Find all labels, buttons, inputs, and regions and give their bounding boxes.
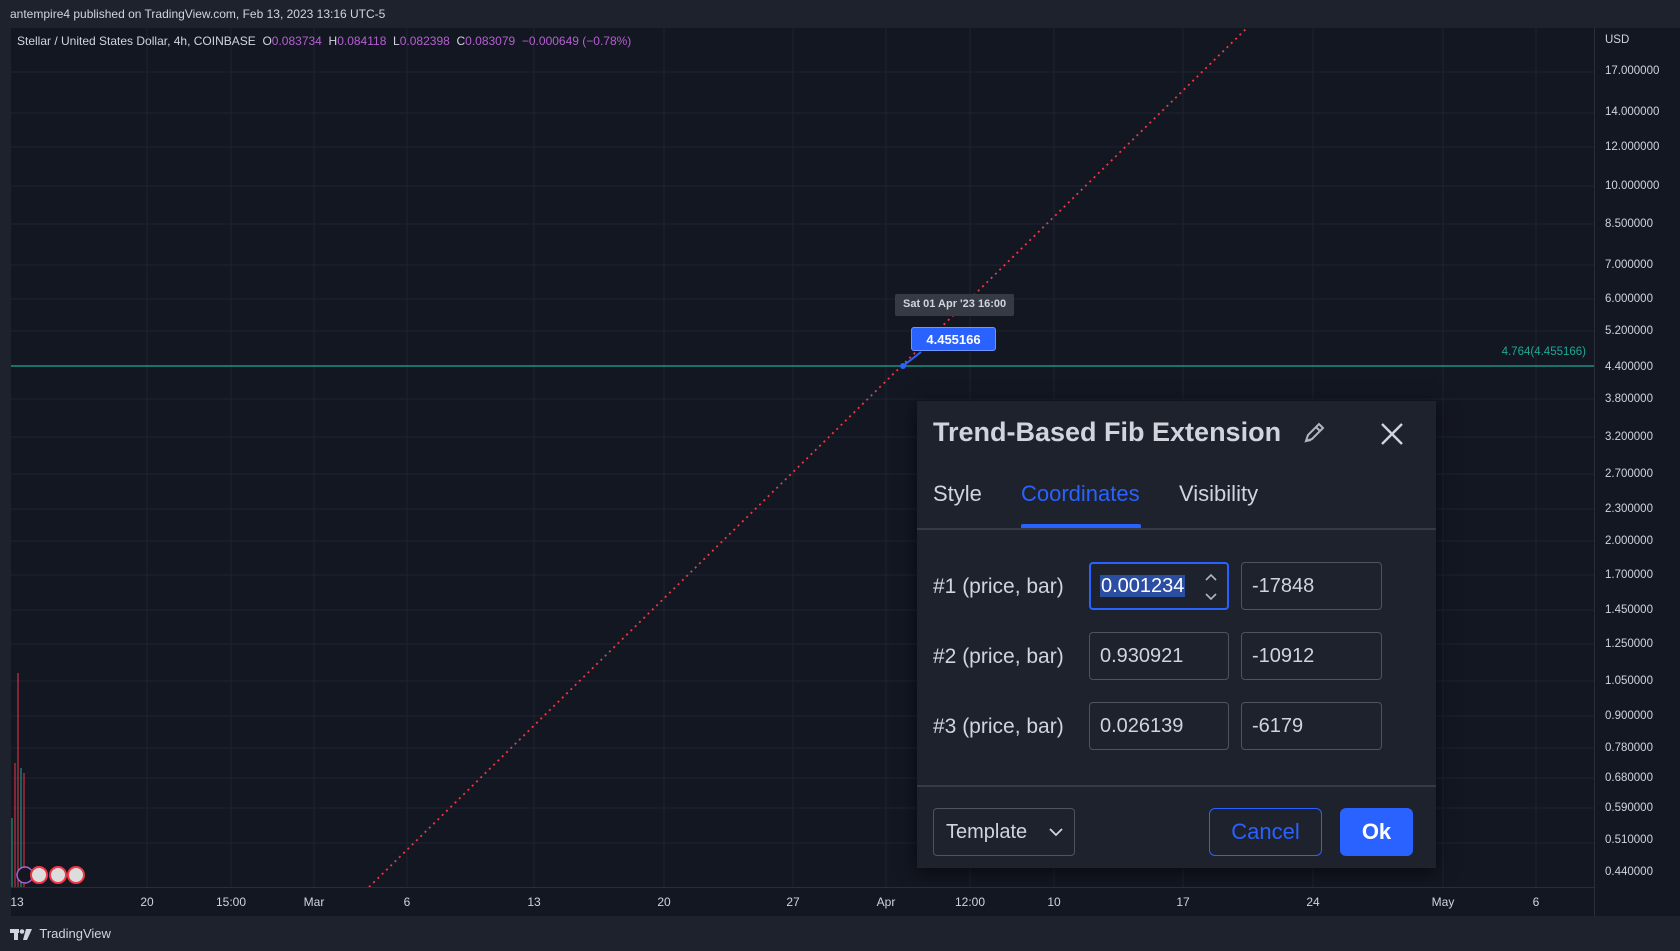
time-tick: 20 xyxy=(657,895,671,909)
price-tick: 1.700000 xyxy=(1605,569,1653,581)
price-tick: 5.200000 xyxy=(1605,325,1653,337)
price-tick: 2.000000 xyxy=(1605,535,1653,547)
crosshair-price-tooltip: 4.455166 xyxy=(911,327,996,351)
tab-visibility[interactable]: Visibility xyxy=(1179,481,1258,507)
fib-level-label: 4.764(4.455166) xyxy=(1501,346,1586,358)
price-tick: 4.400000 xyxy=(1605,361,1653,373)
price-tick: 2.300000 xyxy=(1605,503,1653,515)
dialog-title: Trend-Based Fib Extension xyxy=(933,417,1282,447)
time-tick: 6 xyxy=(403,895,411,909)
price-tick: 7.000000 xyxy=(1605,259,1653,271)
price-tick: 12.000000 xyxy=(1605,141,1660,153)
time-axis[interactable]: 13 20 15:00 Mar 6 13 20 27 Apr 12:00 10 … xyxy=(10,887,1594,916)
template-label: Template xyxy=(946,821,1028,843)
footer-divider xyxy=(917,785,1436,787)
price-tick: 0.900000 xyxy=(1605,710,1653,722)
price-tick: 8.500000 xyxy=(1605,218,1653,230)
price-tick: 0.680000 xyxy=(1605,772,1653,784)
time-tick: Mar xyxy=(303,895,325,909)
tabs-divider xyxy=(917,528,1436,530)
price-tick: 3.800000 xyxy=(1605,393,1653,405)
anchor-point xyxy=(900,363,906,369)
time-tick: 20 xyxy=(140,895,154,909)
open-label: O xyxy=(262,34,272,48)
ok-button[interactable]: Ok xyxy=(1340,808,1413,856)
low-label: L xyxy=(393,34,400,48)
symbol-legend[interactable]: Stellar / United States Dollar, 4h, COIN… xyxy=(17,34,631,48)
stepper-icon[interactable] xyxy=(1203,570,1219,604)
time-tick: 24 xyxy=(1306,895,1320,909)
price-tick: 0.440000 xyxy=(1605,866,1653,878)
price-axis-currency: USD xyxy=(1605,34,1630,46)
time-tick: 6 xyxy=(1532,895,1540,909)
time-tick: 27 xyxy=(786,895,800,909)
brand-name: TradingView xyxy=(39,926,111,941)
tradingview-logo-icon xyxy=(10,928,32,940)
price-tick: 17.000000 xyxy=(1605,65,1660,77)
fib-extension-dialog: Trend-Based Fib Extension Style Coordina… xyxy=(917,401,1436,868)
cancel-button[interactable]: Cancel xyxy=(1209,808,1322,856)
price-tick: 6.000000 xyxy=(1605,293,1653,305)
time-tick: 13 xyxy=(10,895,24,909)
row-1-price-value: 0.001234 xyxy=(1100,575,1186,597)
close-value: 0.083079 xyxy=(465,34,516,48)
close-label: C xyxy=(456,34,466,48)
price-tick: 2.700000 xyxy=(1605,468,1653,480)
publish-info: antempire4 published on TradingView.com,… xyxy=(0,0,1680,28)
row-3-price-input[interactable]: 0.026139 xyxy=(1089,702,1229,750)
chart-area[interactable]: Stellar / United States Dollar, 4h, COIN… xyxy=(11,28,1594,887)
time-tick: 13 xyxy=(527,895,541,909)
anchor-connector xyxy=(902,351,922,367)
low-value: 0.082398 xyxy=(399,34,450,48)
chevron-down-icon xyxy=(1049,828,1063,837)
row-2-price-input[interactable]: 0.930921 xyxy=(1089,632,1229,680)
change-value: −0.000649 (−0.78%) xyxy=(521,34,632,48)
time-tick: 15:00 xyxy=(215,895,247,909)
row-2-label: #2 (price, bar) xyxy=(933,645,1064,668)
price-tick: 1.050000 xyxy=(1605,675,1653,687)
price-tick: 0.510000 xyxy=(1605,834,1653,846)
row-3-bar-input[interactable]: -6179 xyxy=(1241,702,1382,750)
candles xyxy=(11,673,25,887)
pencil-icon[interactable] xyxy=(1300,419,1328,447)
time-tick: May xyxy=(1431,895,1455,909)
high-value: 0.084118 xyxy=(337,34,387,48)
row-3-label: #3 (price, bar) xyxy=(933,715,1064,738)
close-icon[interactable] xyxy=(1377,419,1407,449)
price-tick: 3.200000 xyxy=(1605,431,1653,443)
footer-bar: TradingView xyxy=(0,916,1680,951)
tab-style[interactable]: Style xyxy=(933,481,982,507)
crosshair-time-tooltip: Sat 01 Apr '23 16:00 xyxy=(895,294,1015,316)
price-tick: 0.780000 xyxy=(1605,742,1653,754)
row-1-label: #1 (price, bar) xyxy=(933,575,1064,598)
price-tick: 14.000000 xyxy=(1605,106,1660,118)
price-tick: 1.450000 xyxy=(1605,604,1653,616)
time-tick: Apr xyxy=(876,895,896,909)
time-tick: 17 xyxy=(1176,895,1190,909)
price-axis[interactable]: USD 17.000000 14.000000 12.000000 10.000… xyxy=(1594,28,1680,916)
price-tick: 0.590000 xyxy=(1605,802,1653,814)
price-tick: 10.000000 xyxy=(1605,180,1660,192)
event-markers xyxy=(16,866,85,884)
template-select[interactable]: Template xyxy=(933,808,1075,856)
row-1-bar-input[interactable]: -17848 xyxy=(1241,562,1382,610)
time-tick: 10 xyxy=(1047,895,1061,909)
row-2-bar-input[interactable]: -10912 xyxy=(1241,632,1382,680)
time-tick: 12:00 xyxy=(954,895,986,909)
tab-coordinates[interactable]: Coordinates xyxy=(1021,481,1140,507)
row-1-price-input[interactable]: 0.001234 xyxy=(1089,562,1229,610)
symbol-name: Stellar / United States Dollar, 4h, COIN… xyxy=(17,34,256,48)
price-tick: 1.250000 xyxy=(1605,638,1653,650)
high-label: H xyxy=(328,34,338,48)
open-value: 0.083734 xyxy=(271,34,322,48)
